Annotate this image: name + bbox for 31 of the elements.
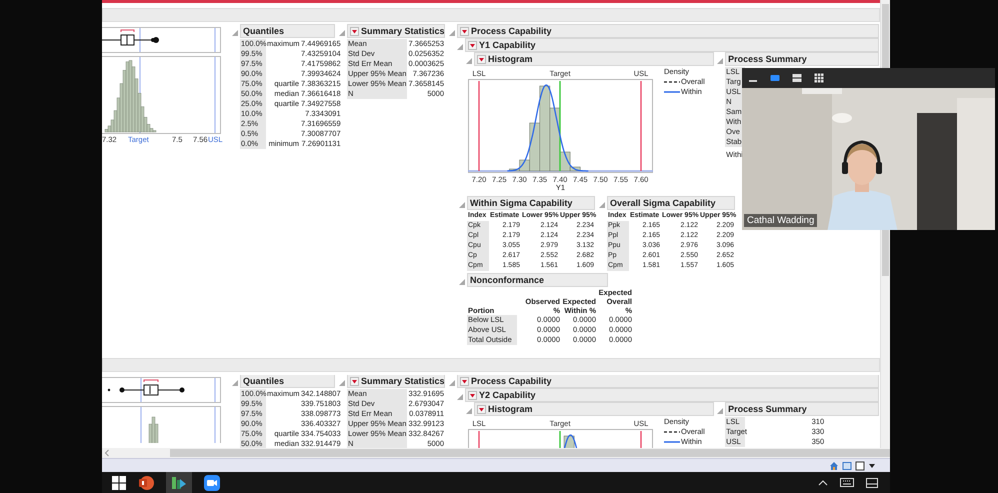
outline-header[interactable]: Histogram [474, 402, 714, 416]
outline-header[interactable]: Process Summary [725, 402, 879, 416]
outline-header[interactable]: Within Sigma Capability [467, 196, 595, 210]
panel-title: Process Capability [471, 376, 552, 386]
panel-title: Quantiles [243, 26, 284, 36]
panel-title: Within Sigma Capability [470, 198, 572, 208]
outline-header[interactable]: Y2 Capability [465, 388, 879, 402]
panel-title: Histogram [488, 404, 533, 414]
panel-title: Nonconformance [470, 275, 544, 285]
panel-title: Summary Statistics [361, 26, 444, 36]
panel-title: Overall Sigma Capability [610, 198, 716, 208]
panel-title: Histogram [488, 54, 533, 64]
outline-header[interactable]: Quantiles [240, 24, 335, 38]
panel-title: Process Capability [471, 26, 552, 36]
outline-header[interactable]: Process Summary [725, 52, 879, 66]
outline-header[interactable]: Histogram [474, 52, 714, 66]
outline-header[interactable]: Process Capability [457, 375, 879, 388]
outline-header[interactable]: Y1 Capability [465, 38, 879, 52]
outline-header[interactable]: Overall Sigma Capability [607, 196, 735, 210]
outline-header[interactable]: Summary Statistics [347, 24, 445, 38]
panel-title: Summary Statistics [361, 376, 444, 386]
panel-title: Y1 Capability [479, 40, 536, 50]
outline-header[interactable]: Summary Statistics [347, 375, 445, 388]
panel-title: Process Summary [728, 404, 807, 414]
outline-header[interactable]: Quantiles [240, 375, 335, 388]
outline-header[interactable]: Nonconformance [467, 273, 608, 287]
outline-header[interactable]: Process Capability [457, 24, 879, 38]
participant-name: Cathal Wadding [744, 214, 818, 227]
panel-title: Quantiles [243, 376, 284, 386]
panel-title: Y2 Capability [479, 390, 536, 400]
panel-title: Process Summary [728, 54, 807, 64]
